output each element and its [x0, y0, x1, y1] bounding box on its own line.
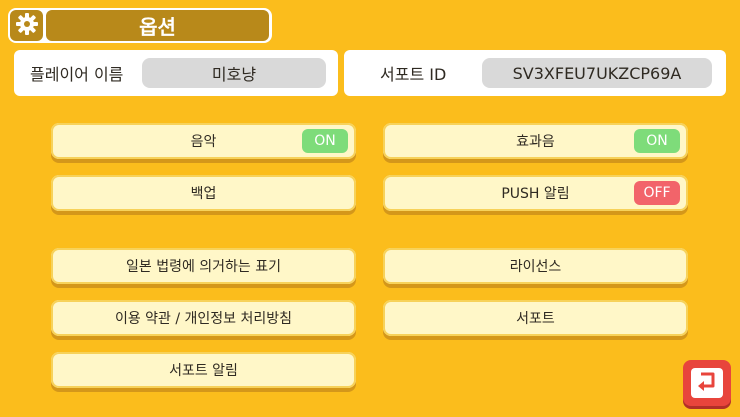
- terms-label: 이용 약관 / 개인정보 처리방침: [114, 311, 293, 327]
- support-id-panel: 서포트 ID SV3XFEU7UKZCP69A: [344, 50, 726, 96]
- music-button[interactable]: 음악 ON: [51, 123, 356, 159]
- legal-notice-button[interactable]: 일본 법령에 의거하는 표기: [51, 248, 356, 284]
- music-toggle[interactable]: ON: [302, 129, 348, 153]
- back-button[interactable]: [683, 360, 731, 406]
- player-name-value[interactable]: 미호냥: [142, 58, 326, 88]
- legal-notice-label: 일본 법령에 의거하는 표기: [125, 259, 282, 275]
- terms-button[interactable]: 이용 약관 / 개인정보 처리방침: [51, 300, 356, 336]
- backup-label: 백업: [190, 186, 217, 202]
- options-header: 옵션: [8, 8, 272, 43]
- support-id-value[interactable]: SV3XFEU7UKZCP69A: [482, 58, 712, 88]
- settings-button[interactable]: [10, 10, 43, 41]
- sound-effects-toggle[interactable]: ON: [634, 129, 680, 153]
- back-button-face: [691, 368, 723, 398]
- player-name-panel: 플레이어 이름 미호냥: [14, 50, 338, 96]
- license-button[interactable]: 라이선스: [383, 248, 688, 284]
- player-name-label: 플레이어 이름: [30, 65, 124, 84]
- page-title: 옵션: [46, 10, 269, 41]
- support-id-label: 서포트 ID: [380, 65, 447, 84]
- license-label: 라이선스: [509, 259, 562, 275]
- support-label: 서포트: [516, 311, 555, 327]
- gear-icon: [15, 12, 39, 40]
- backup-button[interactable]: 백업: [51, 175, 356, 211]
- support-button[interactable]: 서포트: [383, 300, 688, 336]
- support-notice-label: 서포트 알림: [169, 363, 238, 379]
- support-notice-button[interactable]: 서포트 알림: [51, 352, 356, 388]
- sound-effects-button[interactable]: 효과음 ON: [383, 123, 688, 159]
- push-notification-toggle[interactable]: OFF: [634, 181, 680, 205]
- player-info-bar: 플레이어 이름 미호냥 서포트 ID SV3XFEU7UKZCP69A: [14, 50, 726, 96]
- push-notification-button[interactable]: PUSH 알림 OFF: [383, 175, 688, 211]
- return-arrow-icon: [695, 370, 719, 396]
